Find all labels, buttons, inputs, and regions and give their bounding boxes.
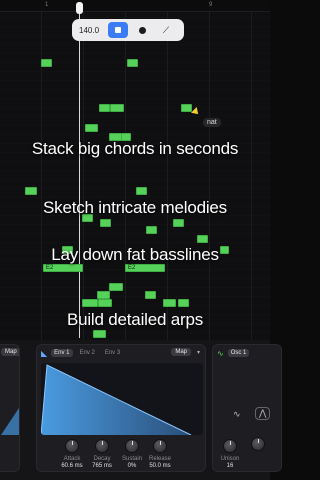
midi-note[interactable] bbox=[93, 330, 106, 338]
map-button[interactable]: Map bbox=[171, 348, 191, 356]
attack-knob-group[interactable]: Attack 60.6 ms bbox=[57, 439, 87, 469]
knob-value: 50.0 ms bbox=[149, 463, 171, 469]
envelope-preview bbox=[1, 408, 19, 435]
midi-note[interactable] bbox=[97, 291, 110, 299]
tab-env-3[interactable]: Env 3 bbox=[102, 349, 123, 357]
sine-wave-icon[interactable]: ∿ bbox=[233, 409, 241, 420]
piano-roll[interactable]: 1 9 140.0 ⟋ E2 E2 nat bbox=[0, 0, 270, 340]
floating-toolbar: 140.0 ⟋ bbox=[72, 19, 184, 41]
note-tooltip: nat bbox=[203, 118, 221, 127]
midi-note[interactable] bbox=[99, 104, 110, 112]
knob-label: Decay bbox=[93, 456, 111, 462]
midi-note[interactable] bbox=[110, 104, 124, 112]
release-knob-group[interactable]: Release 50.0 ms bbox=[145, 439, 175, 469]
midi-note[interactable] bbox=[146, 226, 157, 234]
tab-env-2[interactable]: Env 2 bbox=[77, 349, 98, 357]
promo-caption: Stack big chords in seconds bbox=[31, 139, 239, 158]
tab-env-1[interactable]: Env 1 bbox=[51, 349, 73, 357]
knob-value: 16 bbox=[226, 463, 234, 469]
magic-wand-icon: ⟋ bbox=[162, 24, 170, 35]
bar-number: 1 bbox=[45, 2, 49, 8]
midi-note[interactable] bbox=[98, 299, 112, 307]
knob-label: Release bbox=[148, 456, 171, 462]
envelope-icon: ◣ bbox=[41, 348, 48, 358]
pointer-cursor bbox=[191, 107, 201, 117]
midi-note[interactable] bbox=[136, 187, 147, 195]
midi-note[interactable] bbox=[181, 104, 192, 112]
knob-label: Attack bbox=[63, 456, 81, 462]
oscillator-module[interactable]: ∿ Osc 1 ∿ ⋀ Unison 16 bbox=[212, 344, 282, 472]
midi-note[interactable] bbox=[145, 291, 156, 299]
midi-note[interactable] bbox=[109, 283, 123, 291]
midi-note[interactable] bbox=[127, 59, 138, 67]
select-tool-button[interactable] bbox=[108, 22, 128, 38]
midi-note[interactable] bbox=[82, 299, 98, 307]
midi-note[interactable] bbox=[25, 187, 37, 195]
unison-knob-group[interactable]: Unison 16 bbox=[215, 439, 245, 469]
draw-tool-button[interactable] bbox=[132, 22, 152, 38]
midi-note[interactable] bbox=[197, 235, 208, 243]
release-knob[interactable] bbox=[153, 439, 167, 453]
envelope-module[interactable]: ◣ Env 1 Env 2 Env 3 Map ▾ Attack 60.6 ms… bbox=[36, 344, 206, 472]
oscillator-tabs: ∿ Osc 1 bbox=[213, 345, 281, 361]
midi-note[interactable]: E2 bbox=[43, 264, 83, 272]
knob-label: Sustain bbox=[121, 456, 142, 462]
magic-tool-button[interactable]: ⟋ bbox=[156, 22, 176, 38]
tab-osc-1[interactable]: Osc 1 bbox=[227, 349, 250, 357]
promo-caption: Lay down fat basslines bbox=[51, 245, 219, 264]
midi-note[interactable] bbox=[100, 219, 111, 227]
midi-note[interactable] bbox=[173, 219, 184, 227]
promo-caption: Sketch intricate melodies bbox=[43, 198, 227, 217]
playhead-handle[interactable] bbox=[76, 2, 83, 14]
midi-note[interactable] bbox=[163, 299, 176, 307]
unison-knob[interactable] bbox=[223, 439, 237, 453]
sustain-knob[interactable] bbox=[125, 439, 139, 453]
tempo-display[interactable]: 140.0 bbox=[76, 26, 104, 35]
knob-label: Unison bbox=[220, 456, 240, 462]
promo-caption: Build detailed arps bbox=[66, 310, 204, 329]
decay-knob[interactable] bbox=[95, 439, 109, 453]
attack-knob[interactable] bbox=[65, 439, 79, 453]
oscillator-icon: ∿ bbox=[217, 348, 224, 358]
envelope-graph[interactable] bbox=[41, 363, 203, 435]
saw-wave-icon[interactable]: ⋀ bbox=[255, 407, 271, 420]
chevron-down-icon[interactable]: ▾ bbox=[197, 349, 200, 356]
midi-note[interactable] bbox=[178, 299, 189, 307]
knob-value: 0% bbox=[127, 463, 137, 469]
note-label: E2 bbox=[46, 265, 54, 271]
midi-note[interactable]: E2 bbox=[125, 264, 165, 272]
map-button[interactable]: Map bbox=[1, 348, 19, 356]
play-square-icon bbox=[115, 27, 121, 33]
detune-knob[interactable] bbox=[251, 437, 265, 451]
decay-knob-group[interactable]: Decay 765 ms bbox=[87, 439, 117, 469]
knob-value: 765 ms bbox=[92, 463, 112, 469]
record-dot-icon bbox=[138, 26, 146, 34]
note-label: E2 bbox=[128, 265, 136, 271]
timeline-ruler[interactable]: 1 9 bbox=[0, 0, 270, 12]
bar-number: 9 bbox=[209, 2, 213, 8]
sustain-knob-group[interactable]: Sustain 0% bbox=[117, 439, 147, 469]
playhead-line bbox=[79, 4, 80, 338]
module-card-left[interactable]: Map bbox=[0, 344, 20, 472]
midi-note[interactable] bbox=[85, 124, 98, 132]
knob-value: 60.6 ms bbox=[61, 463, 83, 469]
midi-note[interactable] bbox=[41, 59, 52, 67]
